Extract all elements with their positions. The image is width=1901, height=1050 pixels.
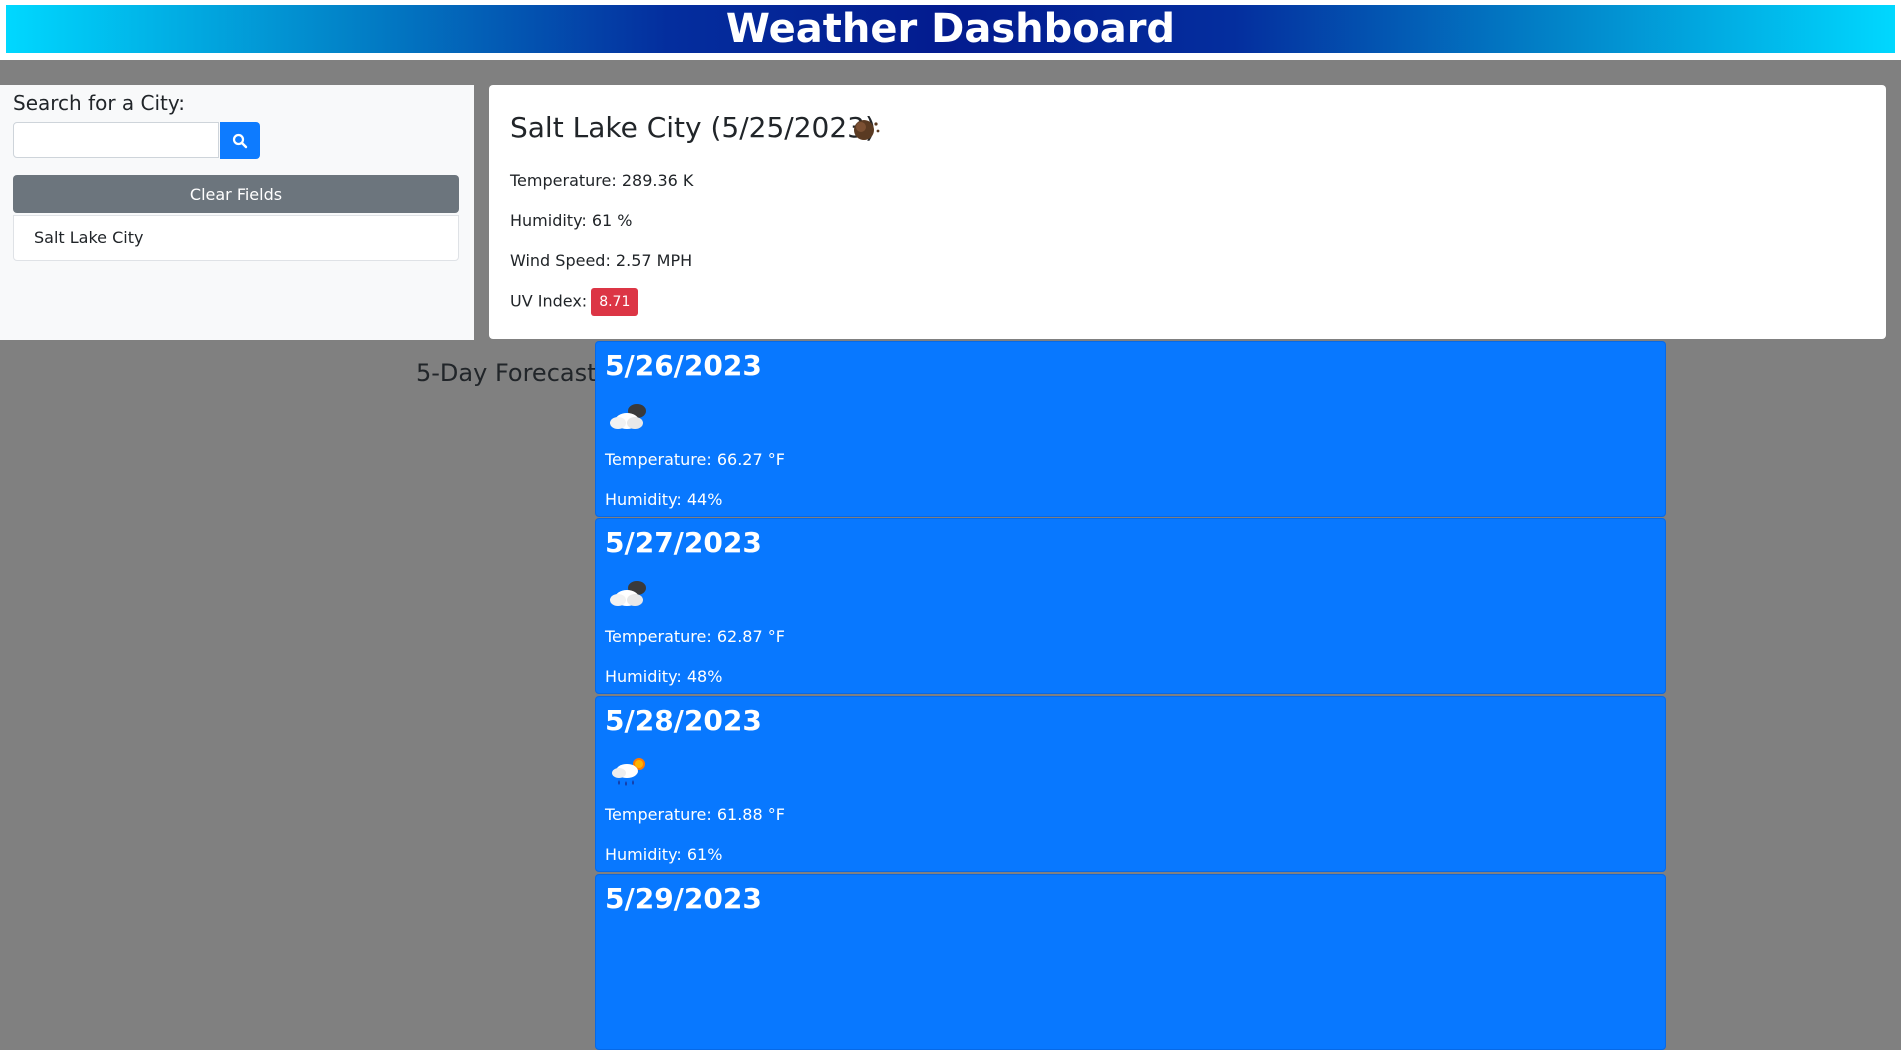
forecast-humidity: Humidity: 48% [605, 667, 723, 686]
search-history-list: Salt Lake City [13, 215, 459, 261]
current-weather-card: Salt Lake City (5/25/2023) Temperature: … [489, 85, 1886, 339]
current-temperature: Temperature: 289.36 K [510, 171, 694, 190]
night-moon-icon [854, 120, 880, 140]
current-city-title: Salt Lake City (5/25/2023) [510, 111, 876, 144]
forecast-humidity: Humidity: 44% [605, 490, 723, 509]
forecast-date: 5/29/2023 [605, 882, 762, 915]
uv-index-label: UV Index: [510, 291, 588, 311]
search-sidebar: Search for a City: Clear Fields Salt Lak… [0, 85, 474, 340]
forecast-temperature: Temperature: 62.87 °F [605, 627, 785, 646]
forecast-date: 5/28/2023 [605, 704, 762, 737]
page-title: Weather Dashboard [725, 6, 1176, 52]
forecast-card: 5/26/2023 Temperature: 66.27 °F Humidity… [595, 341, 1666, 517]
uv-index-badge: 8.71 [591, 288, 639, 316]
cloudy-night-icon [610, 404, 646, 429]
header-banner: Weather Dashboard [6, 5, 1895, 53]
current-uv-row: UV Index: 8.71 [510, 288, 639, 316]
current-humidity: Humidity: 61 % [510, 211, 633, 230]
cloudy-night-icon [610, 581, 646, 606]
history-item-salt-lake-city[interactable]: Salt Lake City [34, 228, 143, 247]
forecast-temperature: Temperature: 61.88 °F [605, 805, 785, 824]
forecast-humidity: Humidity: 61% [605, 845, 723, 864]
top-bar: Weather Dashboard [0, 0, 1901, 60]
rain-sun-icon [612, 758, 645, 786]
search-icon [232, 133, 248, 148]
city-search-input[interactable] [13, 122, 219, 158]
search-button[interactable] [220, 122, 260, 159]
forecast-card: 5/27/2023 Temperature: 62.87 °F Humidity… [595, 518, 1666, 694]
forecast-card: 5/29/2023 [595, 874, 1666, 1050]
clear-fields-button[interactable]: Clear Fields [13, 175, 459, 213]
forecast-temperature: Temperature: 66.27 °F [605, 450, 785, 469]
search-label: Search for a City: [13, 91, 186, 115]
forecast-date: 5/27/2023 [605, 526, 762, 559]
forecast-date: 5/26/2023 [605, 349, 762, 382]
forecast-card: 5/28/2023 Temperature: 61.88 °F Humidity… [595, 696, 1666, 872]
current-wind-speed: Wind Speed: 2.57 MPH [510, 251, 693, 270]
forecast-label: 5-Day Forecast: [416, 359, 605, 387]
